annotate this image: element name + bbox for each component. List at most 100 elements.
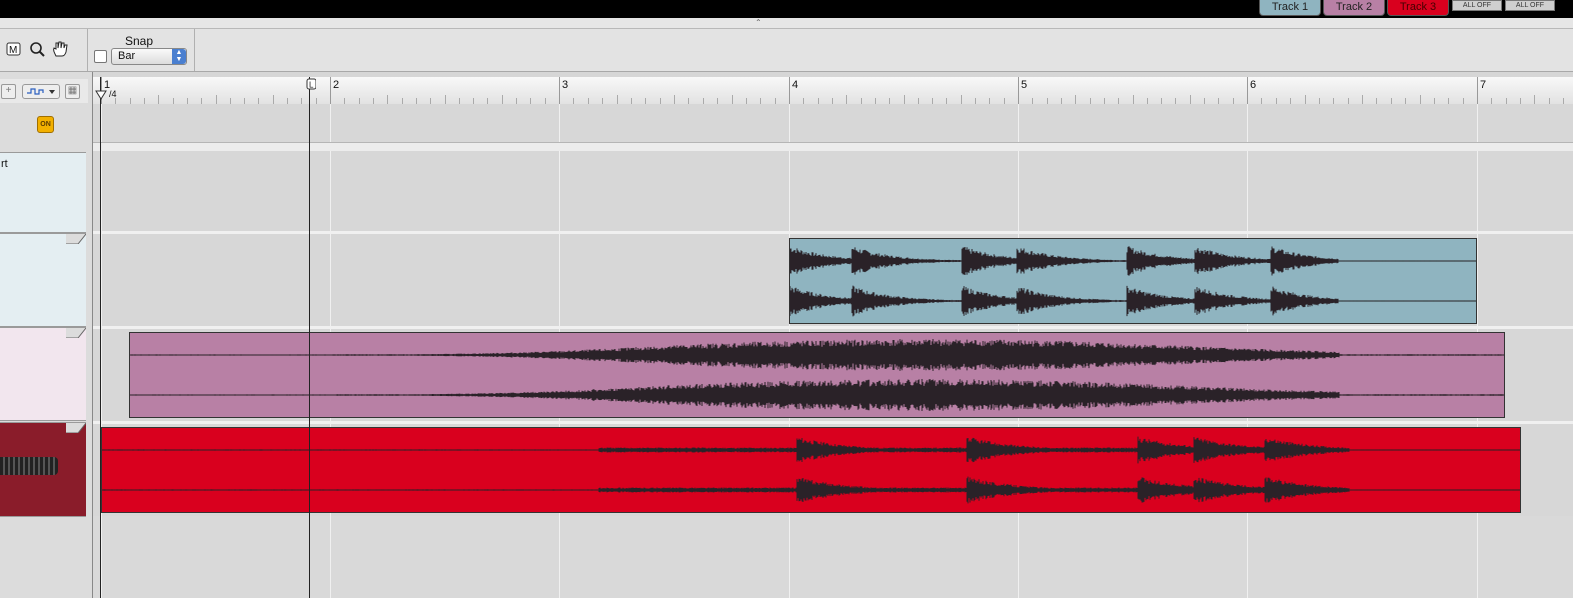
song-position-line[interactable] bbox=[309, 77, 310, 598]
grid-line bbox=[330, 234, 331, 326]
grid-line bbox=[1247, 104, 1248, 142]
track-notch-icon bbox=[66, 328, 86, 338]
bar-number: 7 bbox=[1480, 79, 1487, 91]
ruler-tick bbox=[731, 95, 733, 104]
bar-number: 3 bbox=[562, 79, 569, 91]
loop-locator-l-icon[interactable]: L bbox=[306, 78, 316, 90]
left-locator-line[interactable] bbox=[100, 77, 101, 598]
grid-line bbox=[101, 329, 102, 421]
grid-line bbox=[1477, 151, 1478, 231]
grid-line bbox=[789, 516, 790, 598]
ruler-tick bbox=[903, 95, 905, 104]
ruler-tick bbox=[501, 95, 503, 104]
svg-text:L: L bbox=[309, 81, 314, 90]
snap-select[interactable]: Bar ▲ ▼ bbox=[111, 48, 187, 65]
ruler-tick bbox=[272, 95, 274, 104]
time-signature: /4 bbox=[109, 89, 117, 99]
grid-line bbox=[101, 104, 102, 142]
bar-line bbox=[1018, 77, 1019, 104]
ruler-tick bbox=[158, 95, 160, 104]
grid-line bbox=[789, 151, 790, 231]
bar-number: 6 bbox=[1250, 79, 1257, 91]
track-header-1[interactable]: rt bbox=[0, 152, 86, 233]
track-notch-icon bbox=[66, 423, 86, 433]
add-icon[interactable]: + bbox=[1, 84, 16, 99]
grid-line bbox=[559, 516, 560, 598]
waveform-graphic bbox=[130, 338, 1504, 412]
ruler-tick bbox=[387, 95, 389, 104]
track-header-3[interactable] bbox=[0, 327, 86, 421]
grid-icon[interactable]: ▦ bbox=[65, 84, 80, 99]
empty-lane[interactable] bbox=[93, 516, 1573, 598]
toolbar: M Snap Bar ▲ ▼ bbox=[0, 29, 1573, 72]
splitter-grip-icon[interactable]: ⌃ bbox=[755, 18, 762, 27]
automation-lane[interactable] bbox=[93, 104, 1573, 142]
ruler-tick bbox=[1304, 95, 1306, 104]
bar-number: 4 bbox=[792, 79, 799, 91]
audio-clip-track-3[interactable] bbox=[101, 427, 1521, 513]
all-off-button-2[interactable]: ALL OFF bbox=[1505, 0, 1555, 11]
audio-clip-track-1[interactable] bbox=[789, 238, 1477, 324]
grid-line bbox=[559, 151, 560, 231]
hand-icon[interactable] bbox=[50, 40, 70, 58]
track-2-tab[interactable]: Track 2 bbox=[1323, 0, 1385, 16]
bar-line bbox=[559, 77, 560, 104]
waveform-graphic bbox=[790, 246, 1476, 317]
grid-line bbox=[101, 234, 102, 326]
ruler-tick bbox=[215, 95, 217, 104]
snap-title: Snap bbox=[125, 34, 154, 48]
level-meter bbox=[0, 457, 58, 475]
track-notch-icon bbox=[66, 234, 86, 244]
grid-line bbox=[1247, 151, 1248, 231]
lane-1[interactable] bbox=[93, 151, 1573, 231]
mute-tool-icon[interactable]: M bbox=[4, 40, 24, 58]
ruler-tick bbox=[1419, 95, 1421, 104]
ruler-tick bbox=[444, 95, 446, 104]
ruler-tick bbox=[1075, 95, 1077, 104]
left-locator-icon[interactable] bbox=[95, 90, 107, 102]
ruler-tick bbox=[960, 95, 962, 104]
bar-line bbox=[1247, 77, 1248, 104]
grid-line bbox=[559, 234, 560, 326]
grid-line bbox=[330, 151, 331, 231]
ruler-tick bbox=[1534, 95, 1536, 104]
left-control-row: + ▦ bbox=[0, 79, 88, 103]
grid-line bbox=[1247, 516, 1248, 598]
grid-line bbox=[330, 104, 331, 142]
grid-line bbox=[559, 104, 560, 142]
grid-line bbox=[1018, 151, 1019, 231]
grid-line bbox=[1018, 516, 1019, 598]
snap-control: Snap Bar ▲ ▼ bbox=[87, 29, 195, 71]
grid-line bbox=[789, 104, 790, 142]
grid-line bbox=[1018, 104, 1019, 142]
select-arrows-icon: ▲ ▼ bbox=[172, 49, 186, 64]
waveform-graphic bbox=[102, 436, 1520, 504]
grid-line bbox=[330, 516, 331, 598]
ruler-tick bbox=[1189, 95, 1191, 104]
all-off-button-1[interactable]: ALL OFF bbox=[1452, 0, 1502, 11]
track-header-2[interactable] bbox=[0, 233, 86, 327]
bar-number: 5 bbox=[1021, 79, 1028, 91]
snap-checkbox[interactable] bbox=[94, 50, 107, 63]
bar-line bbox=[1477, 77, 1478, 104]
wave-select-button[interactable] bbox=[22, 84, 60, 99]
ruler-tick bbox=[1362, 95, 1363, 104]
bar-number: 2 bbox=[333, 79, 340, 91]
grid-line bbox=[101, 151, 102, 231]
ruler-tick bbox=[1132, 95, 1134, 104]
bar-line bbox=[789, 77, 790, 104]
ruler-tick bbox=[616, 95, 618, 104]
track-3-tab[interactable]: Track 3 bbox=[1387, 0, 1449, 16]
top-bar: Track 1 Track 2 Track 3 ALL OFF ALL OFF bbox=[0, 0, 1573, 18]
ruler-tick bbox=[674, 95, 675, 104]
ruler-tick bbox=[846, 95, 848, 104]
magnify-icon[interactable] bbox=[27, 40, 47, 58]
grid-line bbox=[101, 516, 102, 598]
splitter-strip[interactable]: ⌃ bbox=[0, 18, 1573, 29]
track-1-tab[interactable]: Track 1 bbox=[1259, 0, 1321, 16]
on-badge[interactable]: ON bbox=[37, 116, 54, 133]
grid-line bbox=[1477, 234, 1478, 326]
snap-select-value: Bar bbox=[118, 50, 136, 62]
audio-clip-track-2[interactable] bbox=[129, 332, 1505, 418]
bar-line bbox=[330, 77, 331, 104]
